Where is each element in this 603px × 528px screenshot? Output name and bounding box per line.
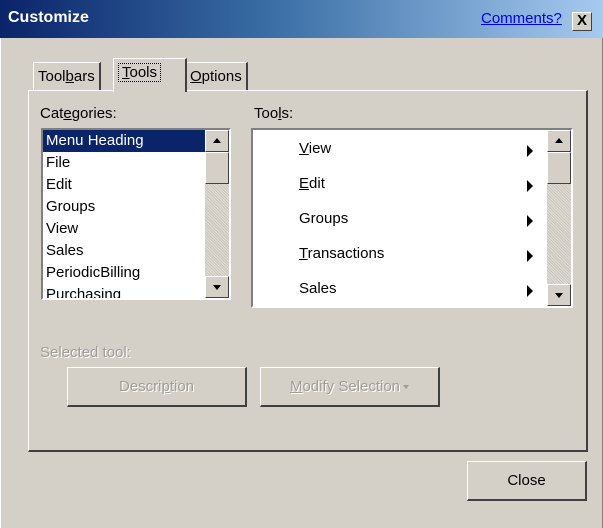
tab-options-label: Options (190, 68, 242, 85)
scroll-up-button[interactable] (547, 130, 571, 152)
list-item[interactable]: PeriodicBilling (43, 262, 229, 284)
list-item[interactable]: File (43, 152, 229, 174)
tab-tools-label: Tools (118, 63, 162, 82)
categories-listbox[interactable]: Menu Heading File Edit Groups View Sales… (41, 128, 231, 300)
tool-item-transactions[interactable]: Transactions (253, 239, 543, 269)
arrow-down-icon (213, 285, 221, 290)
submenu-arrow-icon (527, 215, 533, 227)
categories-scrollbar[interactable] (205, 130, 229, 298)
tab-options[interactable]: Options (185, 62, 248, 90)
close-icon[interactable]: X (572, 12, 592, 31)
tab-toolbars[interactable]: Toolbars (33, 62, 101, 90)
tools-listbox[interactable]: View Edit Groups Transactions Sales (251, 128, 573, 308)
tool-item-label: View (299, 140, 332, 157)
tools-scrollbar[interactable] (547, 130, 571, 306)
tool-item-label: Sales (299, 280, 337, 297)
description-button[interactable]: Description (67, 367, 247, 407)
submenu-arrow-icon (527, 285, 533, 297)
tab-toolbars-label: Toolbars (38, 68, 95, 85)
arrow-up-icon (213, 138, 221, 143)
selected-tool-label: Selected tool: (40, 344, 131, 361)
list-item[interactable]: Edit (43, 174, 229, 196)
tools-tab-panel: Categories: Menu Heading File Edit Group… (28, 90, 588, 452)
tool-item-groups[interactable]: Groups (253, 204, 543, 234)
tool-item-label: Transactions (299, 245, 385, 262)
list-item[interactable]: Purchasing (43, 284, 229, 298)
dialog-title: Customize (8, 9, 89, 26)
tool-item-label: Groups (299, 210, 349, 227)
scroll-thumb[interactable] (547, 152, 571, 184)
submenu-arrow-icon (527, 145, 533, 157)
list-item[interactable]: View (43, 218, 229, 240)
scroll-up-button[interactable] (205, 130, 229, 152)
arrow-up-icon (555, 138, 563, 143)
tool-item-label: Edit (299, 175, 325, 192)
scroll-down-button[interactable] (547, 284, 571, 306)
submenu-arrow-icon (527, 250, 533, 262)
dropdown-caret-icon (403, 385, 410, 390)
list-item[interactable]: Groups (43, 196, 229, 218)
submenu-arrow-icon (527, 180, 533, 192)
categories-label: Categories: (40, 105, 117, 122)
tools-label: Tools: (254, 105, 294, 122)
tool-item-view[interactable]: View (253, 134, 543, 164)
list-item[interactable]: Sales (43, 240, 229, 262)
list-item[interactable]: Menu Heading (43, 130, 229, 152)
title-bar: Customize Comments? X (0, 0, 603, 38)
tab-tools[interactable]: Tools (113, 58, 187, 92)
tool-item-sales[interactable]: Sales (253, 274, 543, 304)
arrow-down-icon (555, 293, 563, 298)
comments-link[interactable]: Comments? (481, 10, 562, 27)
scroll-down-button[interactable] (205, 276, 229, 298)
scroll-thumb[interactable] (205, 152, 229, 184)
tool-item-edit[interactable]: Edit (253, 169, 543, 199)
modify-selection-button[interactable]: Modify Selection (260, 367, 440, 407)
close-button[interactable]: Close (467, 461, 587, 501)
